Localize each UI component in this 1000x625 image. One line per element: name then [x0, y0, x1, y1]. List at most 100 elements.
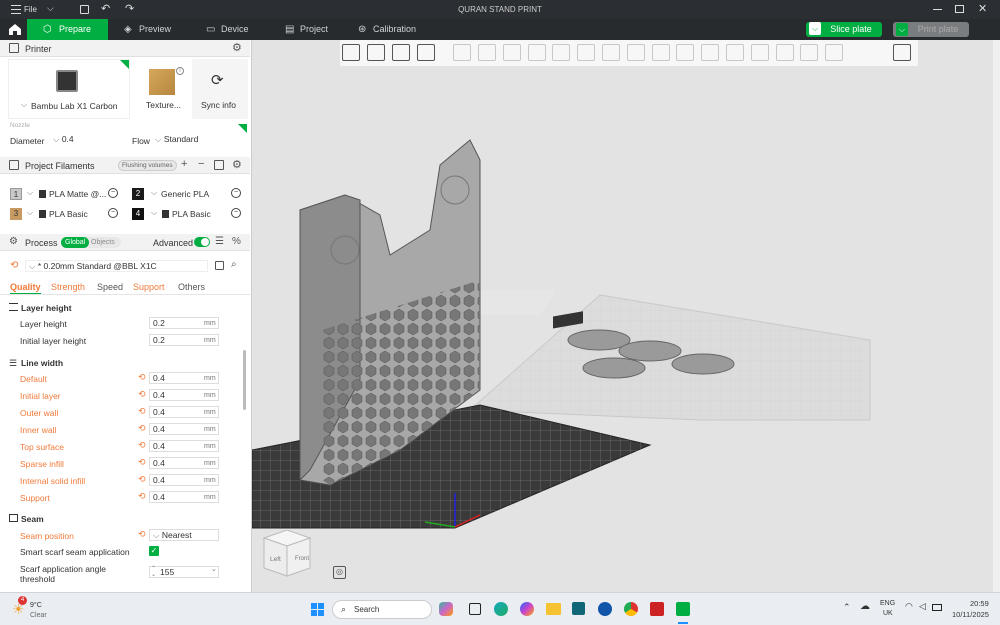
flushing-volumes-button[interactable]: Flushing volumes	[118, 160, 177, 171]
reset-icon[interactable]: ⟲	[138, 389, 146, 400]
tab-speed[interactable]: Speed	[97, 282, 123, 292]
flow-select[interactable]: ⌵ Standard	[152, 134, 238, 146]
arduino-icon[interactable]	[598, 602, 612, 616]
copilot-app-icon[interactable]	[520, 602, 534, 616]
tab-calibration[interactable]: ⊛ Calibration	[358, 19, 438, 40]
clock-time[interactable]: 20:59	[970, 599, 989, 608]
volume-icon[interactable]: ◁	[919, 601, 926, 612]
percent-icon[interactable]: %	[232, 236, 241, 247]
edit-filament-icon[interactable]: −	[231, 188, 241, 198]
remove-icon[interactable]: −	[198, 158, 204, 170]
edge-icon[interactable]	[494, 602, 508, 616]
scene-canvas[interactable]	[252, 40, 993, 592]
language-label[interactable]: ENG	[880, 600, 895, 607]
keyboard-layout-label[interactable]: UK	[883, 610, 893, 617]
filament-item[interactable]: 1 ⌵ PLA Matte @... −	[10, 188, 125, 202]
move-icon[interactable]	[478, 44, 496, 61]
lay-flat-icon[interactable]	[552, 44, 571, 61]
copilot-icon[interactable]	[439, 602, 453, 616]
scarf-angle-stepper[interactable]: 155	[149, 566, 219, 578]
plate-card[interactable]: i Texture...	[137, 59, 189, 119]
measure-icon[interactable]	[701, 44, 720, 61]
minimize-button[interactable]	[933, 9, 942, 10]
filament-item[interactable]: 4 ⌵ PLA Basic −	[132, 208, 247, 222]
explode-icon[interactable]	[893, 44, 911, 61]
maximize-button[interactable]	[955, 5, 964, 13]
print-plate-button[interactable]: ⌵ Print plate	[893, 22, 969, 37]
disc-part[interactable]	[582, 357, 646, 379]
filament-item[interactable]: 3 ⌵ PLA Basic −	[10, 208, 125, 222]
window-scrollbar[interactable]	[993, 40, 1000, 592]
reset-icon[interactable]: ⟲	[138, 372, 146, 383]
reset-icon[interactable]: ⟲	[138, 529, 146, 540]
seam-paint-icon[interactable]	[651, 44, 670, 61]
zoom-fit-icon[interactable]: ◎	[333, 566, 346, 579]
disc-part[interactable]	[671, 353, 735, 375]
sync-filament-icon[interactable]	[214, 160, 224, 170]
add-cube-icon[interactable]	[342, 44, 360, 61]
gear-icon[interactable]: ⚙	[232, 158, 242, 171]
rotate-icon[interactable]	[502, 44, 521, 61]
global-toggle[interactable]: Global Objects	[61, 237, 121, 248]
reset-icon[interactable]: ⟲	[138, 474, 146, 485]
disc-part[interactable]	[618, 340, 682, 362]
close-button[interactable]: ✕	[978, 2, 987, 15]
view-cube-front-label[interactable]: Front	[295, 556, 309, 562]
list-icon[interactable]: ☰	[215, 236, 224, 247]
assembly-icon[interactable]	[726, 44, 744, 61]
bambu-studio-icon[interactable]	[676, 602, 690, 616]
sync-info-button[interactable]: ⟳ Sync info	[192, 59, 248, 119]
clock-date[interactable]: 10/11/2025	[952, 610, 989, 619]
scale-icon[interactable]	[527, 44, 546, 61]
gear-icon[interactable]: ⚙	[232, 41, 242, 54]
seam-position-select[interactable]: ⌵ Nearest	[149, 529, 219, 541]
reset-icon[interactable]: ⟲	[10, 260, 18, 271]
cut-icon[interactable]	[577, 44, 596, 61]
scarf-seam-checkbox[interactable]: ✓	[149, 546, 159, 556]
reset-icon[interactable]: ⟲	[138, 491, 146, 502]
chrome-icon[interactable]	[624, 602, 638, 616]
objects-option[interactable]: Objects	[91, 237, 115, 248]
tab-strength[interactable]: Strength	[51, 282, 85, 292]
arrange-icon[interactable]	[392, 44, 410, 61]
task-view-icon[interactable]	[469, 603, 481, 615]
tab-prepare[interactable]: ⬡ Prepare	[27, 19, 108, 40]
tab-device[interactable]: ▭ Device	[206, 19, 266, 40]
view-cube[interactable]: Left Front	[262, 529, 312, 578]
boolean-icon[interactable]	[750, 44, 769, 61]
support-paint-icon[interactable]	[626, 44, 645, 61]
wifi-icon[interactable]: ◠	[905, 601, 913, 612]
grid-icon[interactable]	[367, 44, 385, 61]
paint-icon[interactable]	[602, 44, 620, 61]
tab-project[interactable]: ▤ Project	[285, 19, 345, 40]
3d-viewport[interactable]	[252, 40, 993, 592]
chevron-down-icon[interactable]: ⌄	[211, 565, 217, 573]
windows-start-icon[interactable]	[311, 603, 324, 616]
view-cube-left-label[interactable]: Left	[270, 556, 281, 563]
chevron-up-icon[interactable]: ⌃	[843, 602, 851, 613]
printer-card[interactable]: ⌵ Bambu Lab X1 Carbon	[8, 59, 130, 119]
store-icon[interactable]	[572, 602, 585, 615]
taskbar-search[interactable]: ⌕ Search	[332, 600, 432, 619]
global-option[interactable]: Global	[61, 237, 90, 248]
tab-others[interactable]: Others	[178, 282, 205, 292]
save-preset-icon[interactable]	[215, 261, 224, 270]
reset-icon[interactable]: ⟲	[138, 423, 146, 434]
tab-preview[interactable]: ◈ Preview	[124, 19, 184, 40]
settings-scrollbar[interactable]	[243, 350, 246, 410]
reset-icon[interactable]: ⟲	[138, 440, 146, 451]
stepper-arrows-icon[interactable]: ⌃ ⌄	[151, 566, 156, 578]
search-icon[interactable]: ⌕	[231, 259, 237, 270]
advanced-toggle[interactable]	[194, 237, 210, 247]
split-icon[interactable]	[453, 44, 472, 61]
ruler-icon[interactable]	[825, 44, 844, 61]
plate-icon[interactable]	[417, 44, 435, 61]
filament-item[interactable]: 2 ⌵ Generic PLA −	[132, 188, 247, 202]
info-icon[interactable]: i	[176, 67, 184, 75]
reset-icon[interactable]: ⟲	[138, 457, 146, 468]
process-preset-select[interactable]: ⌵ * 0.20mm Standard @BBL X1C	[25, 260, 208, 272]
edit-filament-icon[interactable]: −	[231, 208, 241, 218]
slice-icon[interactable]	[800, 44, 819, 61]
text-icon[interactable]	[676, 44, 695, 61]
slice-plate-button[interactable]: ⌵ Slice plate	[806, 22, 882, 37]
